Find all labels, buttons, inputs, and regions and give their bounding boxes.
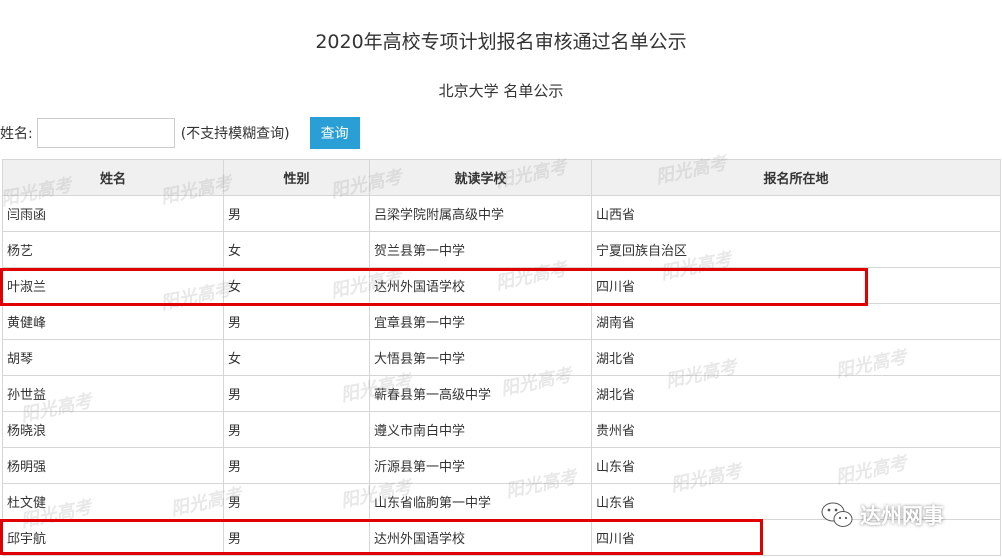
table-row: 杨艺女贺兰县第一中学 宁夏回族自治区 xyxy=(2,231,1001,268)
cell-location: 宁夏回族自治区 xyxy=(591,231,1001,268)
logo: 达州网事 xyxy=(820,500,944,530)
cell-name: 黄健峰 xyxy=(2,303,224,340)
table-row: 孙世益男蕲春县第一高级中学 湖北省 xyxy=(2,375,1001,412)
cell-name: 杜文健 xyxy=(2,483,224,520)
table-row: 叶淑兰女达州外国语学校 四川省 xyxy=(2,267,1001,304)
cell-school: 达州外国语学校 xyxy=(369,519,592,556)
cell-gender: 女 xyxy=(223,231,370,268)
table-header-row: 姓名 性别 就读学校 报名所在地 xyxy=(2,159,1001,196)
name-label: 姓名: xyxy=(0,126,33,142)
cell-name: 孙世益 xyxy=(2,375,224,412)
cell-location: 山西省 xyxy=(591,195,1001,232)
cell-name: 胡琴 xyxy=(2,339,224,376)
cell-name: 叶淑兰 xyxy=(2,267,224,304)
cell-school: 宜章县第一中学 xyxy=(369,303,592,340)
cell-location: 湖北省 xyxy=(591,339,1001,376)
name-input[interactable] xyxy=(36,118,175,148)
wechat-icon xyxy=(821,502,853,527)
page-subtitle: 北京大学 名单公示 xyxy=(438,82,564,100)
results-table: 姓名 性别 就读学校 报名所在地 闫雨函男吕梁学院附属高级中学 山西省 杨艺女贺兰… xyxy=(2,159,1001,556)
cell-name: 杨艺 xyxy=(2,231,224,268)
search-hint: (不支持模糊查询) xyxy=(180,126,290,142)
cell-location: 四川省 xyxy=(591,267,1001,304)
cell-school: 山东省临朐第一中学 xyxy=(369,483,592,520)
cell-gender: 男 xyxy=(223,303,370,340)
table-row: 杨晓浪男遵义市南白中学 贵州省 xyxy=(2,411,1001,448)
query-button[interactable]: 查询 xyxy=(309,117,360,149)
cell-gender: 男 xyxy=(223,411,370,448)
cell-name: 杨明强 xyxy=(2,447,224,484)
cell-location: 贵州省 xyxy=(591,411,1001,448)
col-header-name: 姓名 xyxy=(2,159,224,196)
cell-gender: 女 xyxy=(223,339,370,376)
cell-school: 蕲春县第一高级中学 xyxy=(369,375,592,412)
cell-gender: 男 xyxy=(223,519,370,556)
page-title: 2020年高校专项计划报名审核通过名单公示 xyxy=(315,31,687,53)
cell-gender: 男 xyxy=(223,447,370,484)
cell-location: 湖北省 xyxy=(591,375,1001,412)
col-header-location: 报名所在地 xyxy=(591,159,1001,196)
cell-school: 达州外国语学校 xyxy=(369,267,592,304)
table-row: 杨明强男沂源县第一中学 山东省 xyxy=(2,447,1001,484)
table-row: 胡琴女大悟县第一中学 湖北省 xyxy=(2,339,1001,376)
col-header-gender: 性别 xyxy=(223,159,370,196)
cell-school: 吕梁学院附属高级中学 xyxy=(369,195,592,232)
cell-name: 邱宇航 xyxy=(2,519,224,556)
cell-school: 沂源县第一中学 xyxy=(369,447,592,484)
search-bar: 姓名: (不支持模糊查询) 查询 xyxy=(0,117,360,149)
cell-name: 闫雨函 xyxy=(2,195,224,232)
table-row: 黄健峰男宜章县第一中学 湖南省 xyxy=(2,303,1001,340)
col-header-school: 就读学校 xyxy=(369,159,592,196)
cell-gender: 男 xyxy=(223,483,370,520)
cell-name: 杨晓浪 xyxy=(2,411,224,448)
cell-location: 山东省 xyxy=(591,447,1001,484)
table-row: 闫雨函男吕梁学院附属高级中学 山西省 xyxy=(2,195,1001,232)
cell-gender: 男 xyxy=(223,195,370,232)
cell-location: 湖南省 xyxy=(591,303,1001,340)
cell-school: 贺兰县第一中学 xyxy=(369,231,592,268)
cell-gender: 女 xyxy=(223,267,370,304)
logo-text: 达州网事 xyxy=(860,504,944,528)
cell-school: 大悟县第一中学 xyxy=(369,339,592,376)
cell-gender: 男 xyxy=(223,375,370,412)
cell-school: 遵义市南白中学 xyxy=(369,411,592,448)
